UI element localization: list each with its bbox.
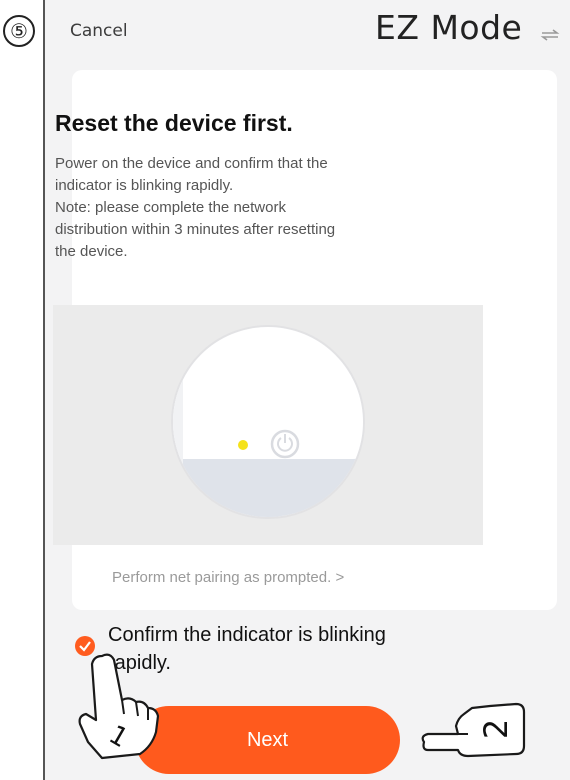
hand-number-2: 2 <box>477 718 516 740</box>
step-number-badge: ⑤ <box>3 15 35 47</box>
confirm-label-line: rapidly. <box>108 652 171 674</box>
card-description: Power on the device and confirm that the… <box>55 153 475 263</box>
description-line: distribution within 3 minutes after rese… <box>55 221 336 238</box>
card-heading: Reset the device first. <box>55 110 293 136</box>
description-line: indicator is blinking rapidly. <box>55 177 234 194</box>
pointing-hand-icon: 1 <box>62 650 162 760</box>
device-illustration-graphic <box>171 325 365 519</box>
top-bar: Cancel EZ Mode <box>45 0 570 68</box>
pointing-hand-icon: 2 <box>420 700 530 760</box>
confirm-label-line: Confirm the indicator is blinking <box>108 624 386 646</box>
next-button-label: Next <box>246 728 289 751</box>
description-line: Note: please complete the network <box>55 199 286 216</box>
confirm-label[interactable]: Confirm the indicator is blinking rapidl… <box>108 621 508 677</box>
description-line: the device. <box>55 243 128 260</box>
page-title: EZ Mode <box>375 8 523 47</box>
switch-arrows-icon[interactable] <box>540 29 560 41</box>
indicator-light <box>238 440 248 450</box>
device-illustration <box>53 305 483 545</box>
description-line: Power on the device and confirm that the <box>55 155 328 172</box>
cancel-button[interactable]: Cancel <box>70 21 128 41</box>
net-pairing-link[interactable]: Perform net pairing as prompted. > <box>112 569 344 586</box>
next-button[interactable]: Next <box>135 706 400 774</box>
